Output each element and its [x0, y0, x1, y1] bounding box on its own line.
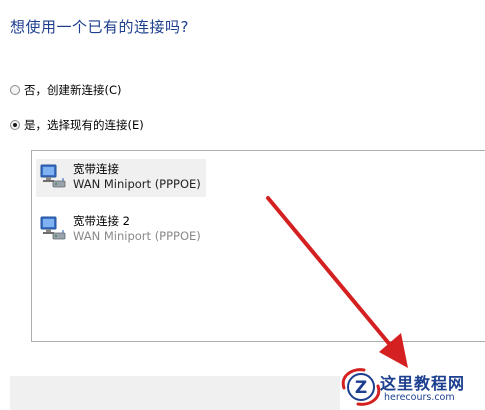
option-create-new[interactable]: 否，创建新连接(C)	[10, 82, 122, 98]
watermark-logo-letter: Z	[355, 378, 367, 398]
watermark-url: herecours.com	[384, 392, 455, 403]
watermark-title: 这里教程网	[380, 374, 466, 393]
option-use-existing[interactable]: 是，选择现有的连接(E)	[10, 117, 144, 133]
option-use-existing-label: 是，选择现有的连接(E)	[24, 118, 144, 132]
page-question: 想使用一个已有的连接吗?	[10, 18, 189, 36]
connection-item-1[interactable]: 宽带连接 WAN Miniport (PPPOE)	[36, 159, 206, 197]
connection-name: 宽带连接 2	[73, 214, 130, 228]
connection-item-2[interactable]: 宽带连接 2 WAN Miniport (PPPOE)	[36, 211, 206, 249]
radio-create-new[interactable]	[10, 85, 20, 95]
network-connection-icon	[40, 216, 66, 240]
network-connection-icon	[40, 164, 66, 188]
watermark: Z 这里教程网 herecours.com	[338, 364, 485, 410]
connection-device: WAN Miniport (PPPOE)	[73, 177, 201, 191]
radio-use-existing[interactable]	[10, 120, 20, 130]
connection-wizard-page: 想使用一个已有的连接吗? 否，创建新连接(C) 是，选择现有的连接(E) 宽带连…	[0, 0, 485, 410]
watermark-logo: Z	[341, 368, 381, 406]
footer-bar	[10, 376, 340, 410]
existing-connections-list[interactable]: 宽带连接 WAN Miniport (PPPOE) 宽带连接 2 WAN Min…	[31, 150, 485, 342]
connection-device: WAN Miniport (PPPOE)	[73, 229, 201, 243]
connection-name: 宽带连接	[73, 162, 119, 176]
option-create-new-label: 否，创建新连接(C)	[24, 83, 122, 97]
